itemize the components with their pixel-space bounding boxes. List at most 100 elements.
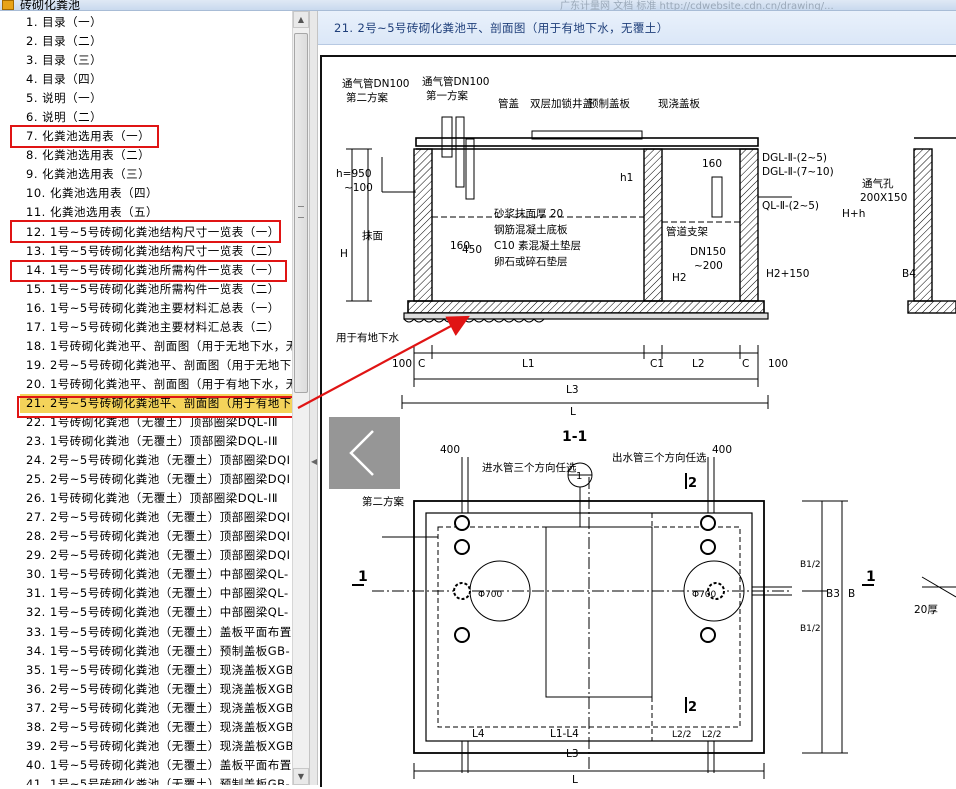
label-layer-1: 砂浆抹面厚 20 [494,207,563,220]
toc-item[interactable]: 7. 化粪池选用表（一） [0,127,292,146]
toc-item[interactable]: 20. 1号砖砌化粪池平、剖面图（用于有地下水，无 [0,375,292,394]
toc-item[interactable]: 41. 1号~5号砖砌化粪池（无覆土）预制盖板GB- [0,775,292,785]
toc-item[interactable]: 39. 2号~5号砖砌化粪池（无覆土）现浇盖板XGB [0,737,292,756]
toc-item[interactable]: 25. 2号~5号砖砌化粪池（无覆土）顶部圈梁DQI [0,470,292,489]
label-inlet: 进水管三个方向任选 [482,461,577,474]
window-titlebar: 砖砌化粪池 广东计量网 文档 标准 http://cdwebsite.cdn.c… [0,0,956,11]
label-pipe-cover: 管盖 [498,97,519,110]
toc-item[interactable]: 32. 1号~5号砖砌化粪池（无覆土）中部圈梁QL- [0,603,292,622]
label-l2-2-b: L2/2 [702,730,722,740]
toc-item[interactable]: 6. 说明（二） [0,108,292,127]
toc-item[interactable]: 29. 2号~5号砖砌化粪池（无覆土）顶部圈梁DQI [0,546,292,565]
toc-item[interactable]: 22. 1号砖砌化粪池（无覆土）顶部圈梁DQL-ⅠⅡ [0,413,292,432]
toc-pane: 1. 目录（一） 2. 目录（二） 3. 目录（三） 4. 目录（四） 5. 说明（一）… [0,11,292,785]
label-dim-100-left: 100 [392,358,412,370]
toc-item[interactable]: 38. 2号~5号砖砌化粪池（无覆土）现浇盖板XGB [0,718,292,737]
scroll-down-arrow-icon[interactable]: ▼ [293,768,309,785]
label-vent-pipe-2-sub: 第二方案 [346,91,388,104]
toc-item[interactable]: 5. 说明（一） [0,89,292,108]
toc-item[interactable]: 14. 1号~5号砖砌化粪池所需构件一览表（一） [0,261,292,280]
toc-item[interactable]: 26. 1号砖砌化粪池（无覆土）顶部圈梁DQL-ⅠⅡ [0,489,292,508]
label-dim-160b: 160 [702,158,722,170]
toc-item[interactable]: 13. 1号~5号砖砌化粪池结构尺寸一览表（二） [0,242,292,261]
toc-item[interactable]: 9. 化粪池选用表（三） [0,165,292,184]
toc-item[interactable]: 1. 目录（一） [0,13,292,32]
label-layer-4: 卵石或碎石垫层 [494,255,568,268]
toc-item[interactable]: 23. 1号砖砌化粪池（无覆土）顶部圈梁DQL-ⅠⅡ [0,432,292,451]
toc-item[interactable]: 27. 2号~5号砖砌化粪池（无覆土）顶部圈梁DQI [0,508,292,527]
toc-item[interactable]: 17. 1号~5号砖砌化粪池主要材料汇总表（二） [0,318,292,337]
label-precast-slab: 预制盖板 [588,97,630,110]
label-h: H [340,248,348,260]
toc-item[interactable]: 18. 1号砖砌化粪池平、剖面图（用于无地下水，无 [0,337,292,356]
label-vent-pipe-2: 通气管DN100 [342,77,409,90]
label-l1-l4: L1-L4 [550,728,579,740]
label-h950: h=950 [336,168,372,180]
label-section-1-left: 1 [358,569,368,585]
engineering-drawing: 通气管DN100 第二方案 通气管DN100 第一方案 管盖 双层加锁井盖 预制… [336,75,956,786]
toc-item[interactable]: 40. 1号~5号砖砌化粪池（无覆土）盖板平面布置 [0,756,292,775]
window-title: 砖砌化粪池 [20,0,81,11]
label-h2: H2 [672,272,687,284]
toc-item[interactable]: 19. 2号~5号砖砌化粪池平、剖面图（用于无地下 [0,356,292,375]
toc-item[interactable]: 31. 1号~5号砖砌化粪池（无覆土）中部圈梁QL- [0,584,292,603]
label-wall-finish: 抹面 [362,229,383,242]
toc-item[interactable]: 35. 1号~5号砖砌化粪池（无覆土）现浇盖板XGB [0,661,292,680]
label-c-left: C [418,358,425,370]
splitter-collapse-icon[interactable]: ◀ [311,457,317,466]
toc-item[interactable]: 24. 2号~5号砖砌化粪池（无覆土）顶部圈梁DQI [0,451,292,470]
label-dn150-sub: ~200 [694,260,723,272]
label-vent-hole-size: 200X150 [860,192,907,204]
scroll-up-arrow-icon[interactable]: ▲ [293,11,309,28]
label-section-1-right: 1 [866,569,876,585]
label-h100: ~100 [344,182,373,194]
label-outlet: 出水管三个方向任选 [612,451,707,464]
toc-item[interactable]: 37. 2号~5号砖砌化粪池（无覆土）现浇盖板XGB [0,699,292,718]
toc-item[interactable]: 16. 1号~5号砖砌化粪池主要材料汇总表（一） [0,299,292,318]
toc-item[interactable]: 8. 化粪池选用表（二） [0,146,292,165]
toc-item[interactable]: 33. 1号~5号砖砌化粪池（无覆土）盖板平面布置 [0,623,292,642]
toc-item[interactable]: 30. 1号~5号砖砌化粪池（无覆土）中部圈梁QL- [0,565,292,584]
label-l3-plan: L3 [566,748,579,760]
label-l3: L3 [566,384,579,396]
toc-scrollbar-thumb[interactable] [294,33,308,393]
toc-item[interactable]: 11. 化粪池选用表（五） [0,203,292,222]
label-pipe-support: 管道支架 [666,225,708,238]
label-plan-scheme-2: 第二方案 [362,495,404,508]
label-dgl-1: DGL-Ⅱ-(2~5) [762,152,827,164]
content-header: 21. 2号~5号砖砌化粪池平、剖面图（用于有地下水，无覆土） [318,11,956,45]
label-c1: C1 [650,358,664,370]
toc-item[interactable]: 10. 化粪池选用表（四） [0,184,292,203]
label-dia-700-a: Φ700 [478,590,503,600]
label-h2-150: H2+150 [766,268,809,280]
label-l1: L1 [522,358,535,370]
toc-item[interactable]: 4. 目录（四） [0,70,292,89]
drawing-sheet: 通气管DN100 第二方案 通气管DN100 第一方案 管盖 双层加锁井盖 预制… [320,55,956,787]
toc-scrollbar[interactable]: ▲ ▼ [292,11,309,785]
label-manhole: 双层加锁井盖 [530,97,593,110]
page-title: 21. 2号~5号砖砌化粪池平、剖面图（用于有地下水，无覆土） [334,21,669,35]
label-vent-pipe-1: 通气管DN100 [422,75,489,88]
chevron-left-icon[interactable] [329,417,400,489]
label-h1: h1 [620,172,633,184]
label-dim-20: 20厚 [914,604,938,616]
pane-splitter[interactable]: ◀ [309,11,318,785]
toc-item[interactable]: 36. 2号~5号砖砌化粪池（无覆土）现浇盖板XGB [0,680,292,699]
toc-item[interactable]: 2. 目录（二） [0,32,292,51]
titlebar-faded-text: 广东计量网 文档 标准 http://cdwebsite.cdn.cn/draw… [560,1,834,11]
label-dgl-2: DGL-Ⅱ-(7~10) [762,166,834,178]
label-b3: B3 [826,588,840,600]
label-section-2-top: 2 [688,476,697,491]
label-dim-160: 160 [450,240,470,252]
toc-item[interactable]: 3. 目录（三） [0,51,292,70]
label-layer-3: C10 素混凝土垫层 [494,239,581,252]
toc-item[interactable]: 21. 2号~5号砖砌化粪池平、剖面图（用于有地下 [20,393,292,413]
toc-item[interactable]: 15. 1号~5号砖砌化粪池所需构件一览表（二） [0,280,292,299]
label-cast-slab: 现浇盖板 [658,97,700,110]
toc-item[interactable]: 34. 1号~5号砖砌化粪池（无覆土）预制盖板GB- [0,642,292,661]
label-vent-hole: 通气孔 [862,177,894,190]
toc-item[interactable]: 28. 2号~5号砖砌化粪池（无覆土）顶部圈梁DQI [0,527,292,546]
prev-page-button[interactable] [329,417,400,489]
app-icon [2,0,14,10]
toc-item[interactable]: 12. 1号~5号砖砌化粪池结构尺寸一览表（一） [0,223,292,242]
